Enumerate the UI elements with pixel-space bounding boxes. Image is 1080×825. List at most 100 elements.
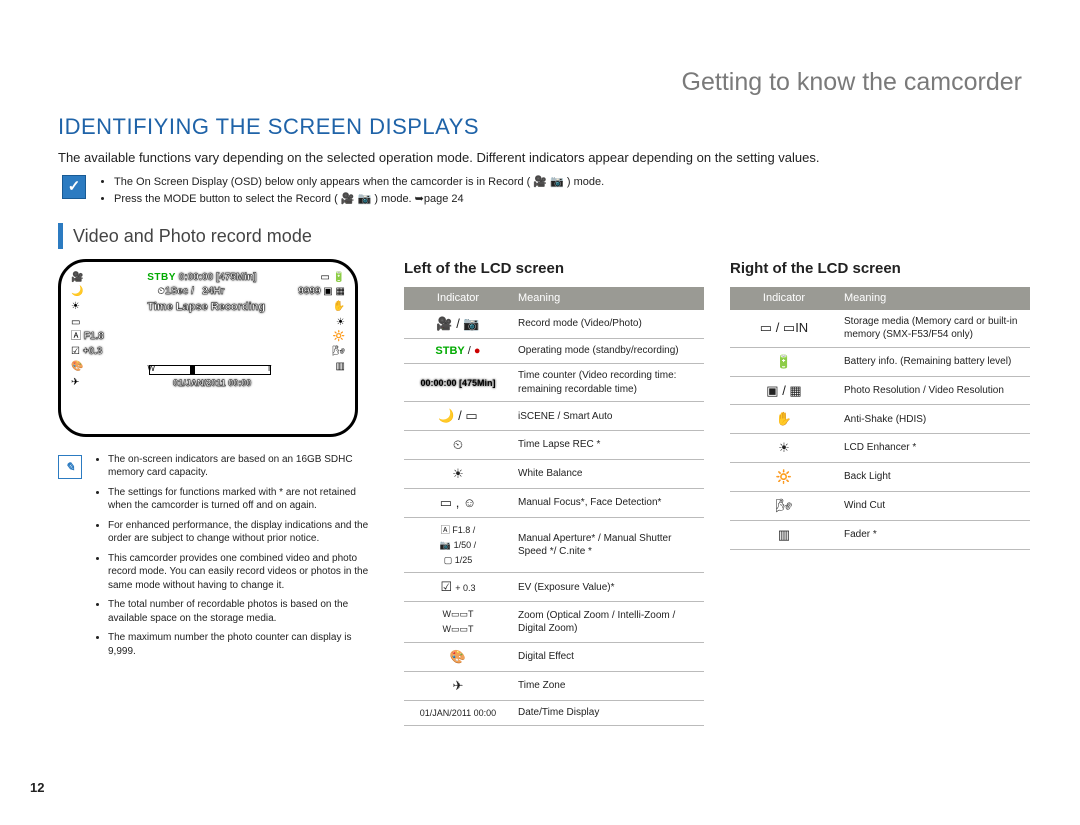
- lcd-tlr: Time Lapse Recording: [147, 300, 265, 315]
- lcd-ev: +0.3: [83, 346, 103, 357]
- indicator-cell: 🌙 / ▭: [404, 402, 512, 431]
- lcd-hr: 24Hr: [202, 286, 224, 297]
- indicator-cell: 🎥 / 📷: [404, 310, 512, 338]
- indicator-cell: 🔆: [730, 463, 838, 492]
- indicator-cell: ⏲: [404, 431, 512, 460]
- list-item: The on-screen indicators are based on an…: [108, 453, 378, 480]
- meaning-cell: LCD Enhancer *: [838, 434, 1030, 463]
- mode-heading: Video and Photo record mode: [58, 223, 1022, 249]
- indicator-cell: STBY / ●: [404, 338, 512, 364]
- list-item: For enhanced performance, the display in…: [108, 519, 378, 546]
- indicator-cell: 🔋: [730, 347, 838, 376]
- lcd-date: 01/JAN/2011 00:00: [173, 377, 251, 389]
- focus-icon: ▭: [71, 316, 80, 330]
- indicator-cell: ▣ / ▦: [730, 376, 838, 405]
- table-row: ☀LCD Enhancer *: [730, 434, 1030, 463]
- meaning-cell: Zoom (Optical Zoom / Intelli-Zoom / Digi…: [512, 602, 704, 643]
- table-row: 🔋Battery info. (Remaining battery level): [730, 347, 1030, 376]
- meaning-cell: Battery info. (Remaining battery level): [838, 347, 1030, 376]
- meaning-cell: iSCENE / Smart Auto: [512, 402, 704, 431]
- list-item: The total number of recordable photos is…: [108, 598, 378, 625]
- windcut-icon: 🌬: [332, 345, 345, 359]
- meaning-cell: Photo Resolution / Video Resolution: [838, 376, 1030, 405]
- left-table-heading: Left of the LCD screen: [404, 259, 704, 279]
- top-note-block: ✓ The On Screen Display (OSD) below only…: [62, 175, 1022, 209]
- meaning-cell: Manual Focus*, Face Detection*: [512, 488, 704, 517]
- lcd-remain: [475Min]: [216, 272, 257, 283]
- indicator-cell: ▭ / ▭IN: [730, 310, 838, 348]
- meaning-cell: Back Light: [838, 463, 1030, 492]
- table-row: ⏲Time Lapse REC *: [404, 431, 704, 460]
- indicator-cell: 00:00:00 [475Min]: [404, 364, 512, 402]
- lcd-interval: 1Sec /: [165, 286, 194, 297]
- meaning-cell: Manual Aperture* / Manual Shutter Speed …: [512, 517, 704, 573]
- table-row: STBY / ●Operating mode (standby/recordin…: [404, 338, 704, 364]
- aperture-icon: 🄰: [71, 331, 81, 342]
- table-row: 🎥 / 📷Record mode (Video/Photo): [404, 310, 704, 338]
- meaning-cell: Date/Time Display: [512, 700, 704, 726]
- indicator-cell: 01/JAN/2011 00:00: [404, 700, 512, 726]
- antishake-icon: ✋: [333, 300, 345, 314]
- wb-icon: ☀: [71, 300, 80, 314]
- indicator-cell: 🌬: [730, 491, 838, 520]
- table-row: ☀White Balance: [404, 460, 704, 489]
- lcd-f: F1.8: [84, 331, 104, 342]
- fader-icon: ▥: [336, 360, 345, 374]
- left-indicator-table: Indicator Meaning 🎥 / 📷Record mode (Vide…: [404, 287, 704, 727]
- lcd-time: 0:00:00: [179, 272, 213, 283]
- meaning-cell: EV (Exposure Value)*: [512, 573, 704, 602]
- intro-text: The available functions vary depending o…: [58, 149, 1022, 167]
- table-row: 00:00:00 [475Min]Time counter (Video rec…: [404, 364, 704, 402]
- indicator-cell: 🎨: [404, 642, 512, 671]
- table-row: 🎨Digital Effect: [404, 642, 704, 671]
- meaning-cell: Time counter (Video recording time: rema…: [512, 364, 704, 402]
- page-title: IDENTIFIYING THE SCREEN DISPLAYS: [58, 112, 1022, 142]
- indicator-cell: ☀: [404, 460, 512, 489]
- right-table-heading: Right of the LCD screen: [730, 259, 1030, 279]
- meaning-cell: Operating mode (standby/recording): [512, 338, 704, 364]
- lcd-mockup: 🎥 STBY 0:00:00 [475Min] ▭ 🔋 🌙 ⏲1Sec / 24…: [58, 259, 358, 437]
- info-icon: ✎: [58, 455, 82, 479]
- meaning-cell: Record mode (Video/Photo): [512, 310, 704, 338]
- section-title: Getting to know the camcorder: [58, 66, 1022, 100]
- table-row: 🌙 / ▭iSCENE / Smart Auto: [404, 402, 704, 431]
- table-row: ▭ / ▭INStorage media (Memory card or bui…: [730, 310, 1030, 348]
- backlight-icon: 🔆: [333, 330, 345, 344]
- camcorder-icon: 🎥: [71, 271, 83, 285]
- meaning-cell: Digital Effect: [512, 642, 704, 671]
- meaning-cell: Time Lapse REC *: [512, 431, 704, 460]
- indicator-cell: ✈: [404, 671, 512, 700]
- indicator-cell: 🄰 F1.8 /📷 1/50 /▢ 1/25: [404, 517, 512, 573]
- page-number: 12: [30, 779, 44, 797]
- indicator-cell: ▥: [730, 520, 838, 549]
- timezone-icon: ✈: [71, 376, 79, 390]
- meaning-cell: White Balance: [512, 460, 704, 489]
- top-note-item: Press the MODE button to select the Reco…: [114, 192, 604, 207]
- lcd-enhancer-icon: ☀: [336, 316, 345, 330]
- lcd-count: 9999: [298, 286, 320, 297]
- zoom-bar: [149, 365, 271, 375]
- meaning-cell: Time Zone: [512, 671, 704, 700]
- left-notes-block: ✎ The on-screen indicators are based on …: [58, 453, 378, 665]
- lcd-stby: STBY: [147, 272, 176, 283]
- meaning-cell: Storage media (Memory card or built-in m…: [838, 310, 1030, 348]
- effect-icon: 🎨: [71, 360, 83, 374]
- right-indicator-table: Indicator Meaning ▭ / ▭INStorage media (…: [730, 287, 1030, 550]
- ev-icon: ☑: [71, 346, 80, 357]
- table-row: ▭ , ☺Manual Focus*, Face Detection*: [404, 488, 704, 517]
- table-row: ▥Fader *: [730, 520, 1030, 549]
- table-row: ▣ / ▦Photo Resolution / Video Resolution: [730, 376, 1030, 405]
- indicator-cell: W▭▭TW▭▭T: [404, 602, 512, 643]
- timelapse-icon: ⏲: [157, 286, 165, 297]
- indicator-cell: ▭ , ☺: [404, 488, 512, 517]
- indicator-cell: ☀: [730, 434, 838, 463]
- table-header: Indicator: [730, 287, 838, 310]
- indicator-cell: ✋: [730, 405, 838, 434]
- table-header: Meaning: [512, 287, 704, 310]
- list-item: This camcorder provides one combined vid…: [108, 552, 378, 593]
- meaning-cell: Fader *: [838, 520, 1030, 549]
- card-icon: ▭ 🔋: [320, 271, 345, 285]
- table-header: Indicator: [404, 287, 512, 310]
- meaning-cell: Wind Cut: [838, 491, 1030, 520]
- table-row: 01/JAN/2011 00:00Date/Time Display: [404, 700, 704, 726]
